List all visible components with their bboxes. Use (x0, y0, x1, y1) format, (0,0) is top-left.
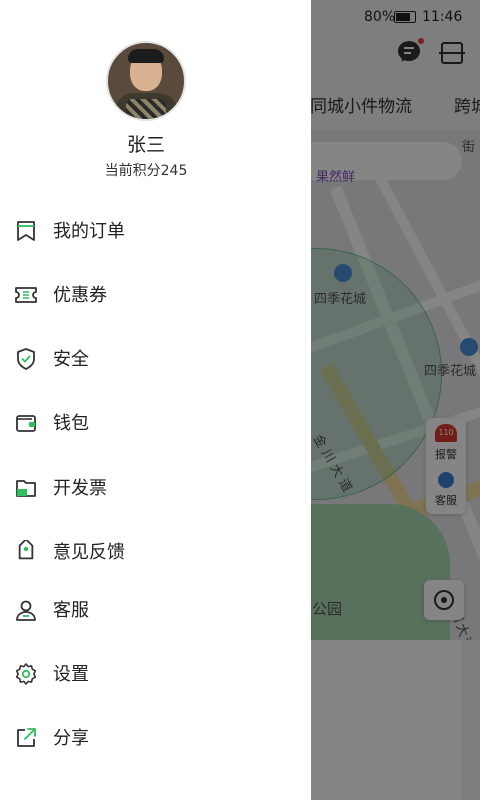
menu-item-settings[interactable]: 设置 (0, 648, 311, 698)
menu-item-coupons[interactable]: 优惠券 (0, 269, 311, 319)
wallet-icon (16, 415, 36, 432)
side-drawer: 张三 当前积分245 我的订单 优惠券 安全 钱包 开发票 意见反馈 客服 设置… (0, 0, 311, 800)
menu-item-label: 安全 (53, 349, 89, 370)
menu-item-label: 钱包 (53, 413, 89, 434)
bookmark-icon (17, 221, 35, 241)
share-icon (17, 728, 36, 747)
user-name: 张三 (126, 134, 165, 156)
menu-item-label: 意见反馈 (53, 542, 125, 563)
menu-item-label: 分享 (53, 728, 89, 749)
gear-icon (15, 663, 37, 685)
menu-item-wallet[interactable]: 钱包 (0, 397, 311, 447)
coupon-icon (15, 287, 37, 303)
user-points: 当前积分245 (104, 163, 188, 179)
menu-item-feedback[interactable]: 意见反馈 (0, 526, 311, 576)
menu-item-label: 优惠券 (53, 285, 107, 306)
avatar[interactable] (106, 41, 186, 121)
menu-item-orders[interactable]: 我的订单 (0, 205, 311, 255)
shield-icon (17, 348, 35, 370)
tag-icon (18, 540, 34, 560)
menu-item-invoice[interactable]: 开发票 (0, 462, 311, 512)
menu-item-label: 我的订单 (53, 221, 125, 242)
menu-item-label: 开发票 (53, 478, 107, 499)
menu-item-security[interactable]: 安全 (0, 333, 311, 383)
menu-item-label: 客服 (53, 600, 89, 621)
person-icon (16, 600, 36, 621)
folder-icon (16, 480, 36, 497)
menu-item-customer-service[interactable]: 客服 (0, 584, 311, 634)
menu-item-share[interactable]: 分享 (0, 712, 311, 762)
menu-item-label: 设置 (53, 664, 89, 685)
